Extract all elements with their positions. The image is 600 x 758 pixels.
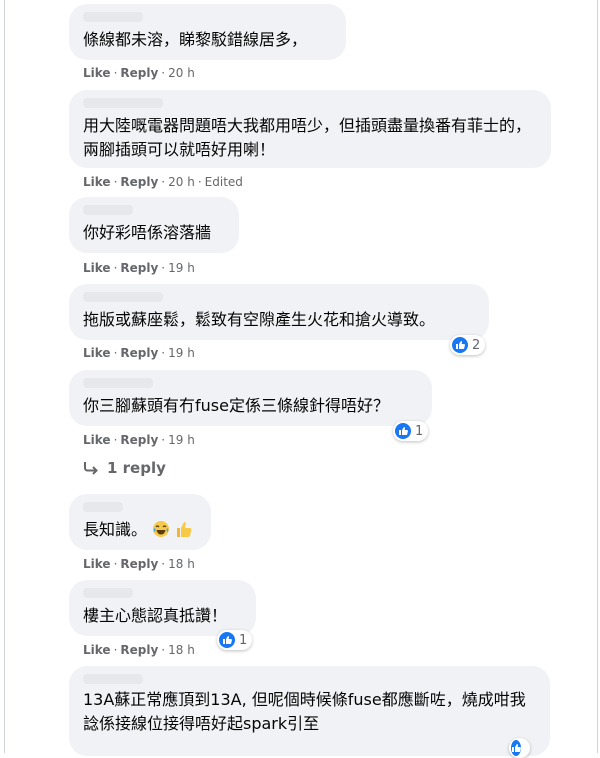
author-name-redacted — [83, 292, 163, 302]
comment-text: 13A蘇正常應頂到13A, 但呢個時候條fuse都應斷咗，燒成咁我諗係接線位接得… — [83, 690, 526, 733]
thumbs-up-icon — [395, 423, 411, 439]
author-name-redacted — [83, 98, 163, 108]
comment-actions: Like · Reply · 19 h — [83, 433, 195, 447]
comment-text: 長知識。 — [83, 520, 148, 539]
like-button[interactable]: Like — [83, 261, 111, 275]
timestamp[interactable]: 19 h — [168, 346, 195, 360]
comment-4: 拖版或蘇座鬆，鬆致有空隙產生火花和搶火導致。 — [69, 284, 489, 340]
reaction-number: 2 — [472, 337, 481, 353]
thumbs-up-emoji-icon — [175, 520, 193, 538]
like-button[interactable]: Like — [83, 346, 111, 360]
timestamp[interactable]: 18 h — [168, 643, 195, 657]
reply-button[interactable]: Reply — [120, 346, 158, 360]
comment-bubble: 你好彩唔係溶落牆 — [69, 197, 239, 253]
timestamp[interactable]: 20 h — [168, 175, 195, 189]
edited-label: Edited — [204, 175, 243, 189]
reply-button[interactable]: Reply — [120, 175, 158, 189]
timestamp[interactable]: 19 h — [168, 261, 195, 275]
comment-1: 條線都未溶，睇黎駁錯線居多， — [69, 4, 346, 60]
timestamp[interactable]: 19 h — [168, 433, 195, 447]
comment-5: 你三腳蘇頭有冇fuse定係三條線針得唔好？ — [69, 370, 432, 426]
comment-actions: Like · Reply · 19 h — [83, 346, 195, 360]
reaction-count[interactable]: 1 — [217, 630, 253, 650]
like-button[interactable]: Like — [83, 66, 111, 80]
comment-2: 用大陸嘅電器問題唔大我都用唔少，但插頭盡量換番有菲士的，兩腳插頭可以就唔好用喇！ — [69, 90, 551, 168]
reply-button[interactable]: Reply — [120, 433, 158, 447]
laughing-emoji-icon — [152, 520, 170, 538]
reply-arrow-icon — [83, 461, 99, 475]
timestamp[interactable]: 20 h — [168, 66, 195, 80]
thumbs-up-icon — [219, 632, 235, 648]
like-button[interactable]: Like — [83, 557, 111, 571]
comment-text: 你三腳蘇頭有冇fuse定係三條線針得唔好？ — [83, 396, 389, 415]
author-name-redacted — [83, 674, 143, 684]
comment-8: 13A蘇正常應頂到13A, 但呢個時候條fuse都應斷咗，燒成咁我諗係接線位接得… — [69, 666, 550, 756]
comment-text: 樓主心態認真抵讚！ — [83, 606, 228, 625]
author-name-redacted — [83, 378, 153, 388]
comment-bubble: 條線都未溶，睇黎駁錯線居多， — [69, 4, 346, 60]
reply-button[interactable]: Reply — [120, 557, 158, 571]
comment-bubble: 你三腳蘇頭有冇fuse定係三條線針得唔好？ — [69, 370, 432, 426]
reaction-count[interactable]: 1 — [393, 421, 429, 441]
replies-count-label: 1 reply — [107, 459, 166, 477]
comment-6: 長知識。 — [69, 494, 211, 550]
reaction-number: 1 — [415, 423, 424, 439]
comment-actions: Like · Reply · 18 h — [83, 643, 195, 657]
comment-thread: 條線都未溶，睇黎駁錯線居多， Like · Reply · 20 h 用大陸嘅電器問題唔… — [4, 0, 598, 758]
comment-bubble: 用大陸嘅電器問題唔大我都用唔少，但插頭盡量換番有菲士的，兩腳插頭可以就唔好用喇！ — [69, 90, 551, 168]
comment-text: 你好彩唔係溶落牆 — [83, 223, 212, 242]
reply-button[interactable]: Reply — [120, 261, 158, 275]
author-name-redacted — [83, 12, 143, 22]
author-name-redacted — [83, 588, 133, 598]
comment-text: 條線都未溶，睇黎駁錯線居多， — [83, 30, 308, 49]
reaction-count[interactable] — [509, 738, 530, 758]
author-name-redacted — [83, 502, 123, 512]
comment-actions: Like · Reply · 20 h · Edited — [83, 175, 243, 189]
comment-7: 樓主心態認真抵讚！ — [69, 580, 256, 636]
timestamp[interactable]: 18 h — [168, 557, 195, 571]
reply-button[interactable]: Reply — [120, 643, 158, 657]
comment-bubble: 樓主心態認真抵讚！ — [69, 580, 256, 636]
comment-3: 你好彩唔係溶落牆 — [69, 197, 239, 253]
author-name-redacted — [83, 205, 133, 215]
thumbs-up-icon — [452, 337, 468, 353]
like-button[interactable]: Like — [83, 175, 111, 189]
comment-bubble: 長知識。 — [69, 494, 211, 550]
thumbs-up-icon — [511, 740, 521, 756]
reaction-number: 1 — [239, 632, 248, 648]
reaction-count[interactable]: 2 — [450, 335, 486, 355]
comment-actions: Like · Reply · 20 h — [83, 66, 195, 80]
comment-actions: Like · Reply · 18 h — [83, 557, 195, 571]
like-button[interactable]: Like — [83, 433, 111, 447]
like-button[interactable]: Like — [83, 643, 111, 657]
comment-bubble: 13A蘇正常應頂到13A, 但呢個時候條fuse都應斷咗，燒成咁我諗係接線位接得… — [69, 666, 550, 756]
comment-actions: Like · Reply · 19 h — [83, 261, 195, 275]
view-replies-link[interactable]: 1 reply — [83, 459, 166, 477]
reply-button[interactable]: Reply — [120, 66, 158, 80]
comment-text: 用大陸嘅電器問題唔大我都用唔少，但插頭盡量換番有菲士的，兩腳插頭可以就唔好用喇！ — [83, 116, 532, 159]
comment-bubble: 拖版或蘇座鬆，鬆致有空隙產生火花和搶火導致。 — [69, 284, 489, 340]
comment-text: 拖版或蘇座鬆，鬆致有空隙產生火花和搶火導致。 — [83, 310, 436, 329]
